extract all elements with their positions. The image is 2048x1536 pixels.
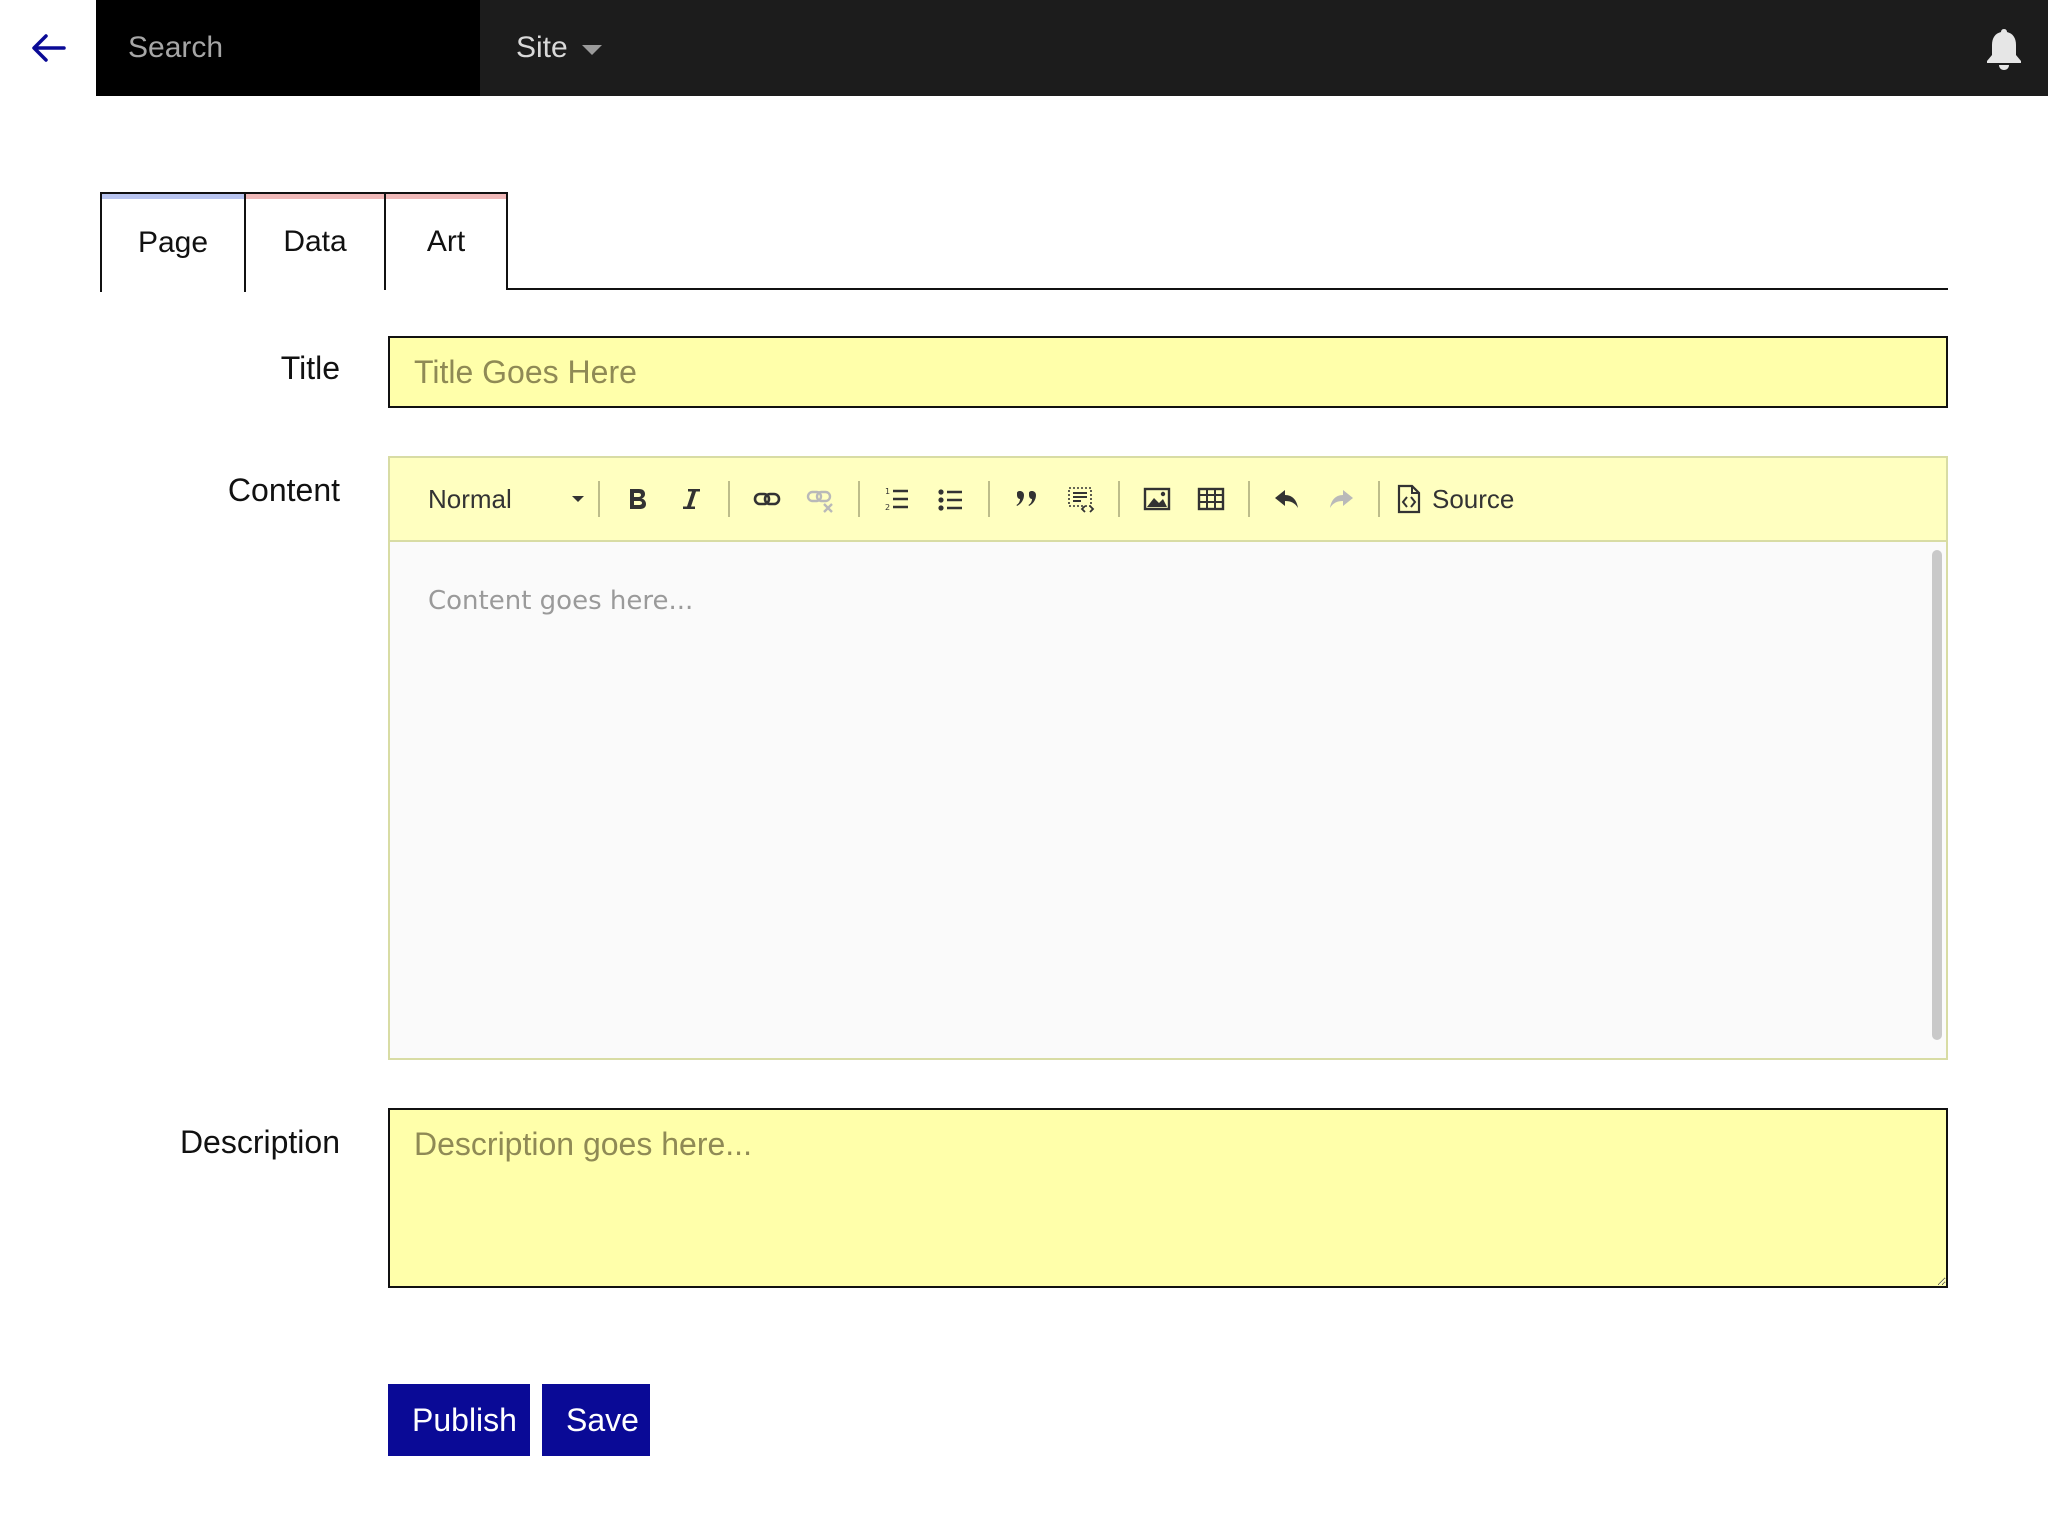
table-icon	[1197, 487, 1225, 511]
title-label: Title	[280, 350, 340, 386]
toolbar-separator	[858, 481, 860, 517]
editor-content-area[interactable]: Content goes here...	[390, 542, 1946, 1058]
bold-button[interactable]	[614, 476, 660, 522]
numbered-list-icon: 12	[885, 487, 908, 512]
back-button[interactable]	[0, 0, 96, 96]
blockquote-icon	[1016, 490, 1036, 506]
unlink-icon	[806, 490, 833, 513]
top-navigation-bar: Site	[0, 0, 2048, 96]
div-container-icon	[1068, 487, 1095, 513]
svg-text:2: 2	[885, 503, 890, 512]
tab-label: Data	[283, 225, 347, 258]
link-icon	[753, 492, 781, 506]
notification-bell-icon[interactable]	[1982, 26, 2026, 72]
numbered-list-button[interactable]: 12	[874, 476, 920, 522]
toolbar-separator	[1248, 481, 1250, 517]
back-arrow-icon	[32, 34, 66, 62]
toolbar-separator	[1118, 481, 1120, 517]
redo-icon	[1330, 490, 1353, 508]
tab-art[interactable]: Art	[384, 192, 508, 290]
description-textarea[interactable]	[388, 1108, 1948, 1288]
image-button[interactable]	[1134, 476, 1180, 522]
redo-button[interactable]	[1318, 476, 1364, 522]
blockquote-button[interactable]	[1004, 476, 1050, 522]
source-icon	[1397, 484, 1421, 514]
table-button[interactable]	[1188, 476, 1234, 522]
save-button[interactable]: Save	[542, 1384, 650, 1456]
source-button-label: Source	[1432, 483, 1515, 514]
format-select[interactable]: Normal	[428, 477, 588, 521]
tab-accent-line	[386, 194, 506, 199]
description-label: Description	[179, 1124, 340, 1160]
bulleted-list-button[interactable]	[928, 476, 974, 522]
image-icon	[1143, 487, 1171, 511]
tab-data[interactable]: Data	[244, 192, 386, 290]
tab-bar: Page Data Art	[100, 192, 1948, 292]
rich-text-editor: Normal 12 Source Content goes here...	[388, 456, 1948, 1060]
svg-text:1: 1	[885, 487, 890, 496]
undo-icon	[1275, 490, 1298, 508]
site-dropdown-label: Site	[516, 31, 568, 64]
toolbar-separator	[988, 481, 990, 517]
search-box	[96, 0, 480, 96]
publish-button[interactable]: Publish	[388, 1384, 530, 1456]
unlink-button[interactable]	[798, 476, 844, 522]
tab-label: Page	[137, 226, 209, 259]
source-button[interactable]: Source	[1390, 484, 1520, 515]
tab-page[interactable]: Page	[100, 192, 246, 292]
toolbar-separator	[1378, 481, 1380, 517]
format-select-value: Normal	[428, 483, 512, 514]
chevron-down-icon	[581, 45, 602, 55]
title-input[interactable]	[388, 336, 1948, 408]
chevron-down-icon	[572, 496, 584, 502]
search-input[interactable]	[128, 31, 448, 65]
toolbar-separator	[598, 481, 600, 517]
italic-button[interactable]	[668, 476, 714, 522]
editor-scrollbar[interactable]	[1932, 550, 1942, 1040]
editor-placeholder: Content goes here...	[428, 586, 694, 616]
editor-toolbar: Normal 12 Source	[390, 458, 1946, 542]
site-dropdown[interactable]: Site	[516, 0, 602, 96]
bold-icon	[630, 489, 646, 509]
tab-accent-line	[102, 194, 244, 199]
div-container-button[interactable]	[1058, 476, 1104, 522]
link-button[interactable]	[744, 476, 790, 522]
tab-label: Art	[426, 225, 466, 258]
bulleted-list-icon	[938, 489, 962, 511]
content-label: Content	[227, 472, 340, 508]
italic-icon	[683, 489, 700, 509]
tab-accent-line	[246, 194, 384, 199]
undo-button[interactable]	[1264, 476, 1310, 522]
toolbar-separator	[728, 481, 730, 517]
